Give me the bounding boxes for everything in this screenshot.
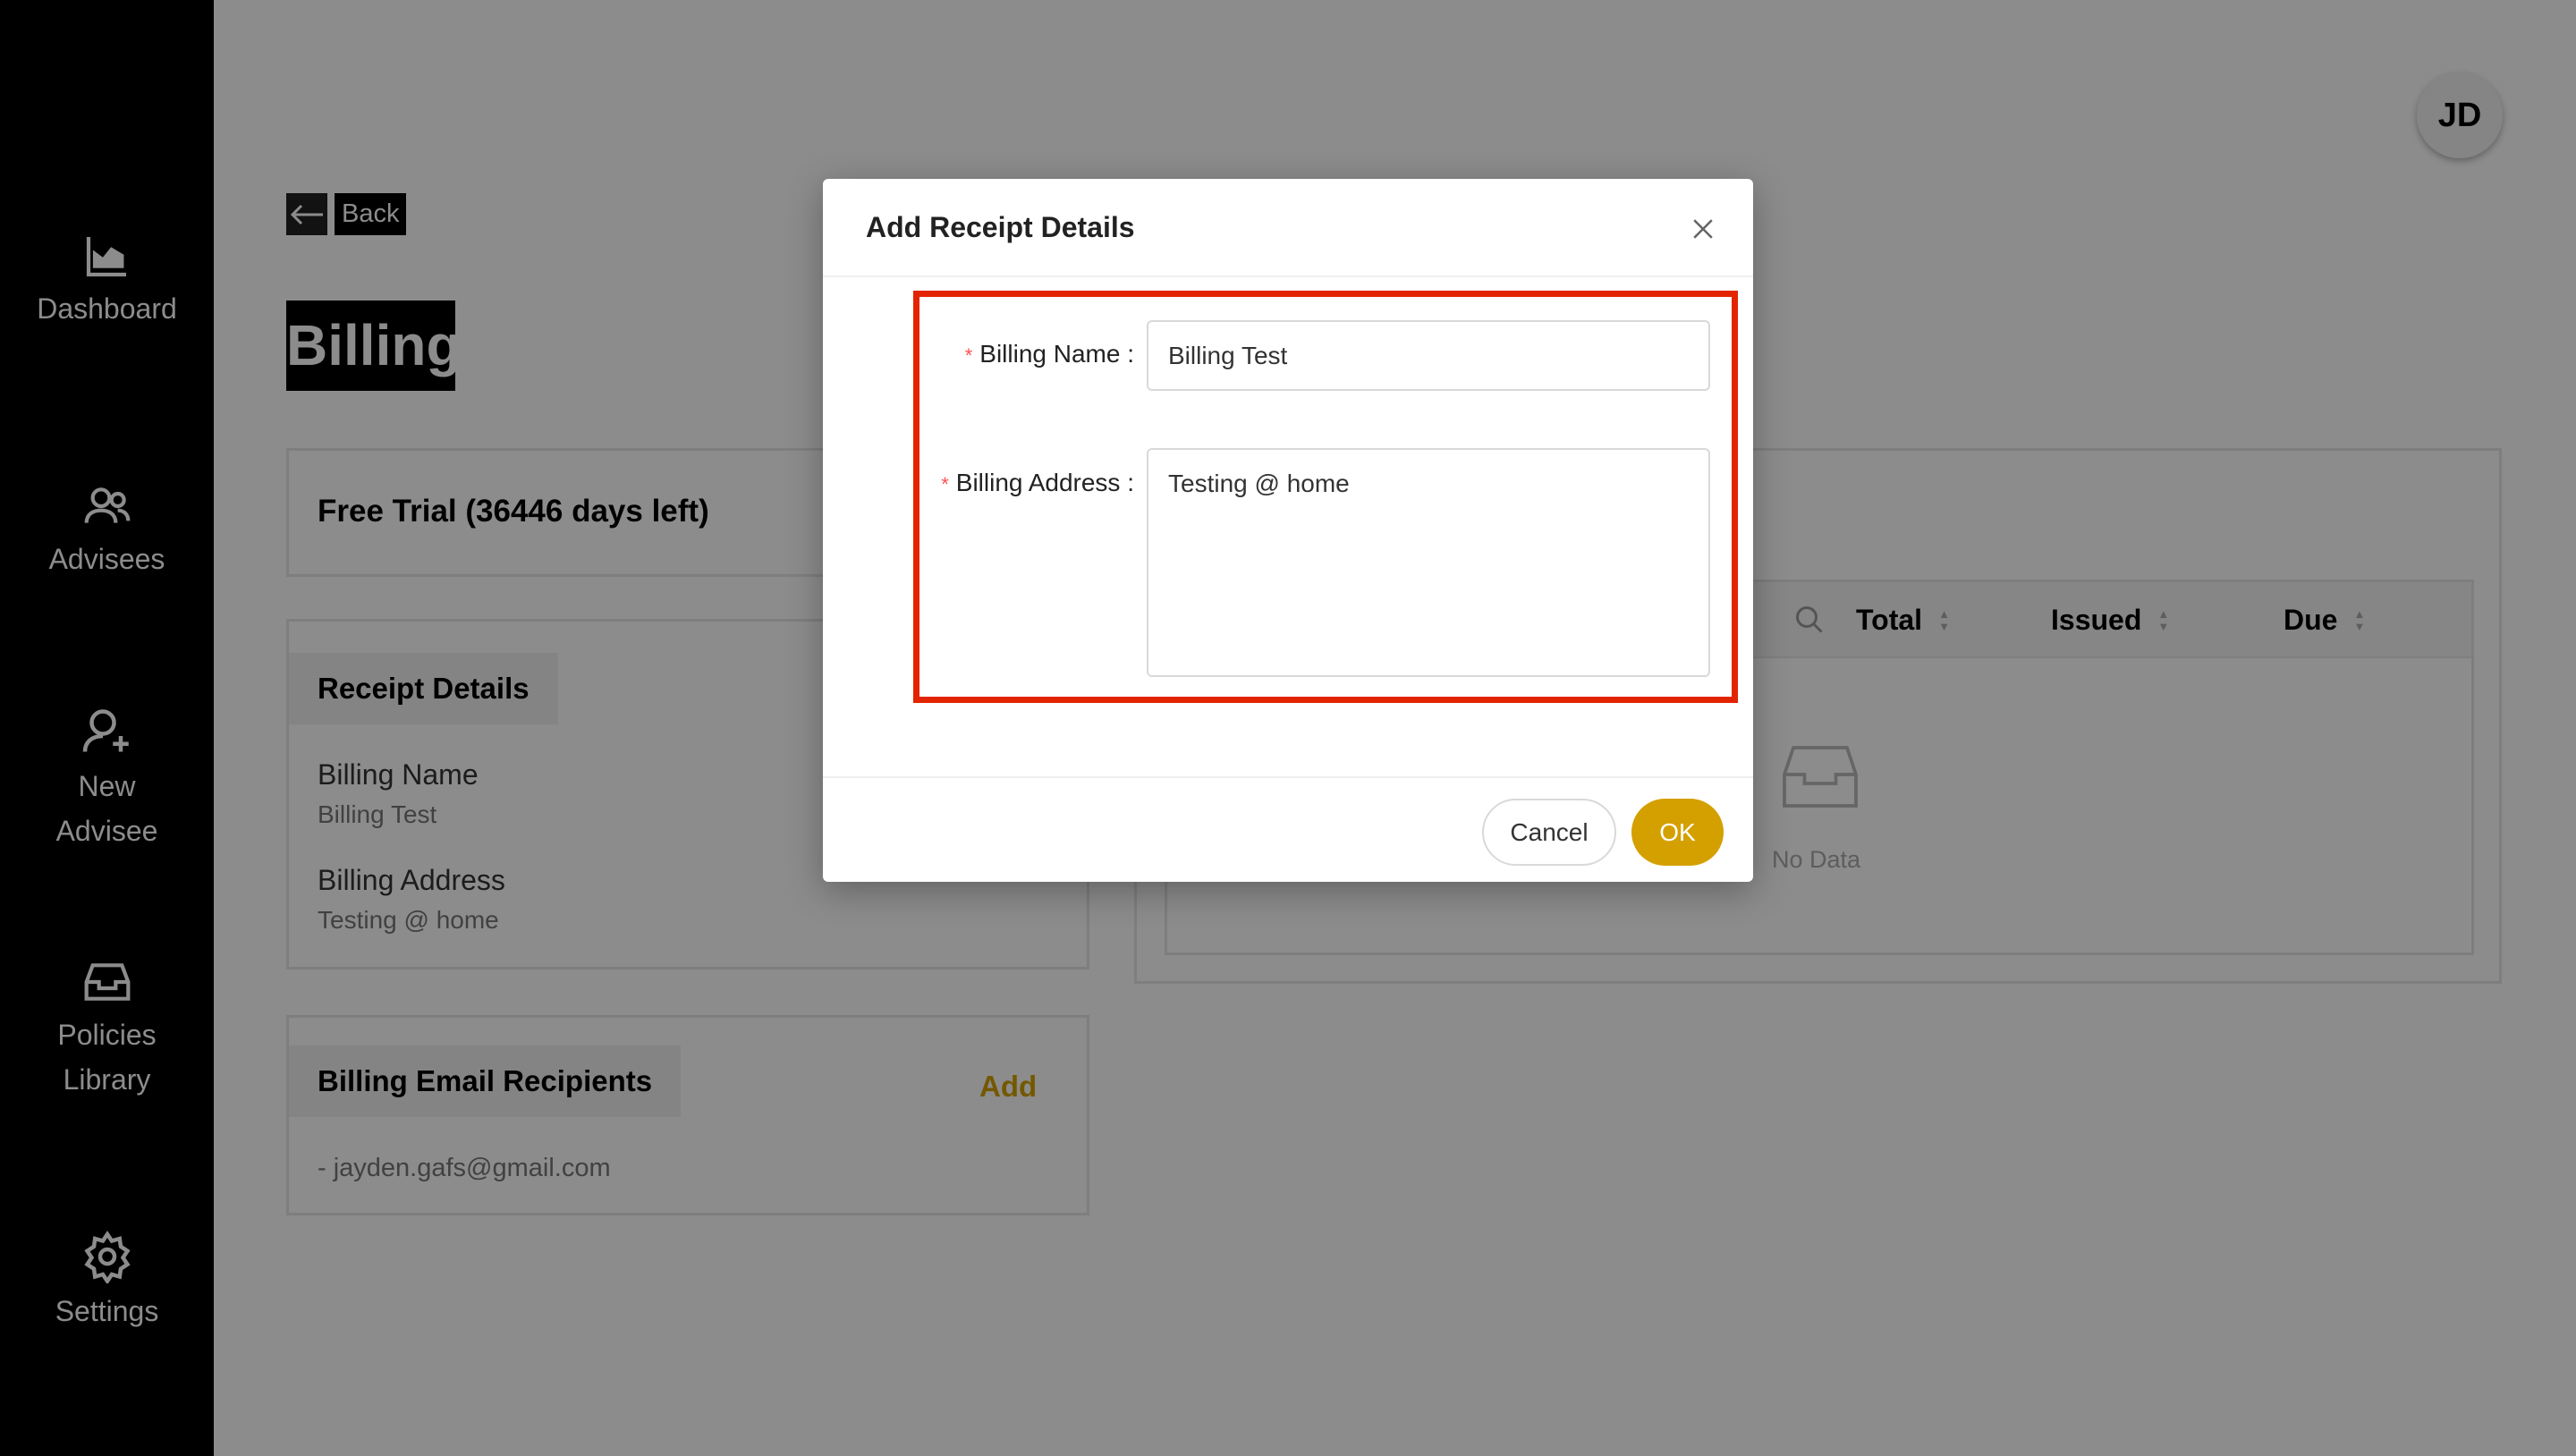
divider bbox=[823, 275, 1753, 277]
close-icon[interactable] bbox=[1690, 216, 1716, 241]
billing-address-field-label: * Billing Address : bbox=[941, 469, 1134, 496]
ok-button[interactable]: OK bbox=[1631, 799, 1724, 866]
billing-name-input[interactable]: Billing Test bbox=[1147, 320, 1710, 391]
cancel-button[interactable]: Cancel bbox=[1482, 799, 1616, 866]
billing-name-field-label: * Billing Name : bbox=[964, 340, 1134, 368]
add-receipt-modal: Add Receipt Details * Billing Name : Bill… bbox=[823, 179, 1753, 882]
divider bbox=[823, 776, 1753, 778]
billing-address-textarea[interactable]: Testing @ home bbox=[1147, 448, 1710, 677]
modal-title: Add Receipt Details bbox=[866, 211, 1135, 243]
